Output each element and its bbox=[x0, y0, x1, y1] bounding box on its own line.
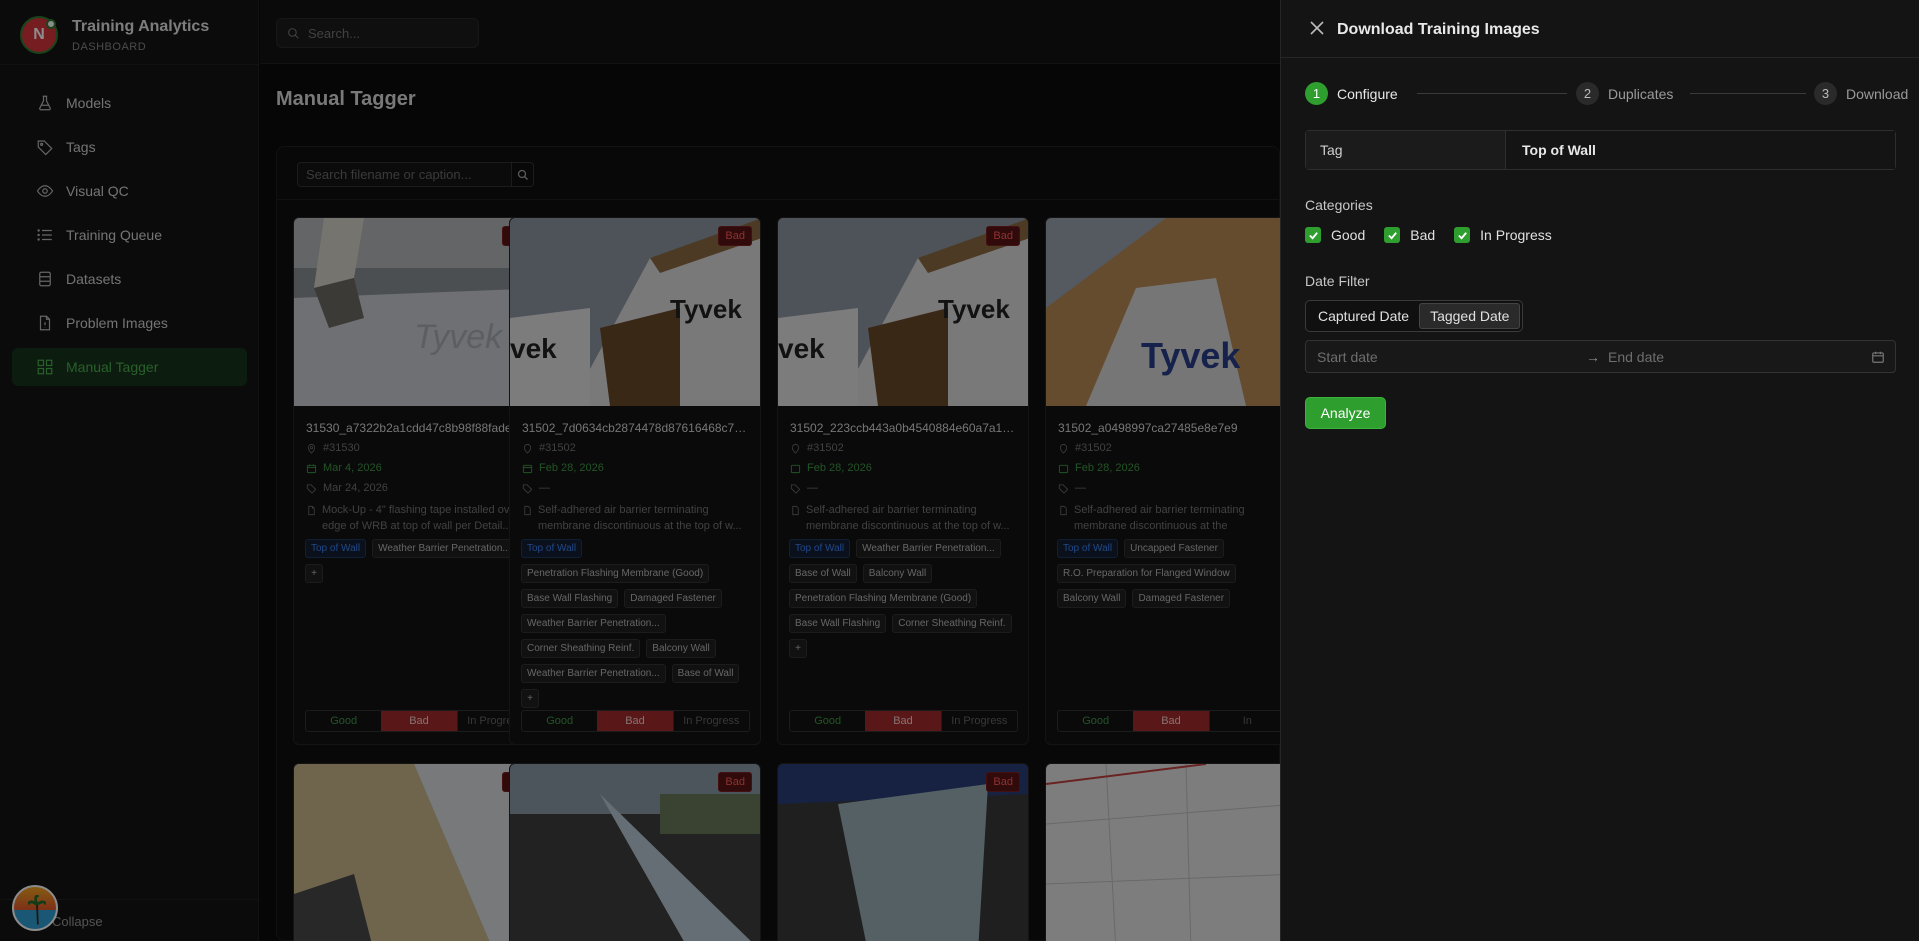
app-root: N Training Analytics DASHBOARD Models Ta… bbox=[0, 0, 1919, 941]
tag-summary: Tag Top of Wall bbox=[1305, 130, 1896, 170]
captured-date-option[interactable]: Captured Date bbox=[1308, 303, 1419, 329]
step-duplicates[interactable]: 2 Duplicates bbox=[1576, 82, 1673, 105]
range-arrow: → bbox=[1586, 348, 1600, 365]
step-connector bbox=[1690, 93, 1806, 94]
category-checkboxes: Good Bad In Progress bbox=[1305, 227, 1571, 243]
date-mode-toggle: Captured Date Tagged Date bbox=[1305, 300, 1524, 332]
modal-backdrop[interactable] bbox=[0, 0, 1280, 941]
category-in-progress-checkbox[interactable]: In Progress bbox=[1454, 227, 1552, 243]
stepper: 1 Configure 2 Duplicates 3 Download bbox=[1305, 82, 1908, 106]
step-label: Download bbox=[1846, 85, 1909, 102]
end-date-input[interactable]: End date bbox=[1608, 349, 1664, 365]
category-bad-checkbox[interactable]: Bad bbox=[1384, 227, 1435, 243]
start-date-input[interactable]: Start date bbox=[1317, 349, 1378, 365]
tag-field-value: Top of Wall bbox=[1506, 131, 1895, 169]
drawer-title: Download Training Images bbox=[1337, 21, 1540, 38]
check-icon bbox=[1384, 227, 1401, 243]
step-number: 2 bbox=[1576, 82, 1599, 105]
tagged-date-option[interactable]: Tagged Date bbox=[1419, 303, 1521, 329]
step-label: Configure bbox=[1337, 85, 1398, 102]
tag-field-label: Tag bbox=[1306, 131, 1506, 169]
step-label: Duplicates bbox=[1608, 85, 1674, 102]
step-connector bbox=[1417, 93, 1567, 94]
category-good-checkbox[interactable]: Good bbox=[1305, 227, 1365, 243]
step-number: 3 bbox=[1814, 82, 1837, 105]
date-filter-label: Date Filter bbox=[1305, 273, 1370, 289]
analyze-button[interactable]: Analyze bbox=[1305, 397, 1386, 429]
calendar-icon bbox=[1872, 351, 1884, 363]
checkbox-label: In Progress bbox=[1480, 227, 1552, 243]
check-icon bbox=[1454, 227, 1471, 243]
categories-label: Categories bbox=[1305, 197, 1373, 213]
close-icon[interactable] bbox=[1309, 20, 1325, 36]
check-icon bbox=[1305, 227, 1321, 243]
step-configure[interactable]: 1 Configure bbox=[1305, 82, 1398, 105]
checkbox-label: Good bbox=[1331, 227, 1366, 243]
drawer-header: Download Training Images bbox=[1281, 0, 1919, 58]
checkbox-label: Bad bbox=[1410, 227, 1436, 243]
download-drawer: Download Training Images 1 Configure 2 Dup… bbox=[1280, 0, 1919, 941]
date-range-picker[interactable]: Start date → End date bbox=[1305, 340, 1896, 373]
step-number: 1 bbox=[1305, 82, 1328, 105]
step-download[interactable]: 3 Download bbox=[1814, 82, 1908, 105]
